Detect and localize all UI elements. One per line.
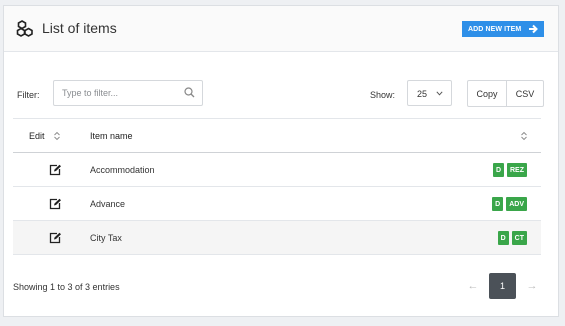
csv-button[interactable]: CSV xyxy=(507,80,544,107)
page-size-value: 25 xyxy=(417,89,428,99)
page-size-select[interactable]: 25 xyxy=(407,80,452,106)
edit-icon[interactable] xyxy=(49,164,62,176)
page-button-1[interactable]: 1 xyxy=(489,273,516,299)
export-buttons: Copy CSV xyxy=(467,80,544,107)
badge-group: D CT xyxy=(497,231,527,245)
column-header-item-name[interactable]: Item name xyxy=(90,118,541,153)
entries-info: Showing 1 to 3 of 3 entries xyxy=(13,282,120,292)
status-badge: REZ xyxy=(507,163,527,177)
table-row: Accommodation D REZ xyxy=(13,152,541,187)
badge-group: D ADV xyxy=(492,197,527,211)
table-toolbar: Filter: Show: 25 Copy CSV xyxy=(4,80,558,110)
status-badge: ADV xyxy=(506,197,527,211)
status-badge: CT xyxy=(511,231,527,245)
item-name-cell: City Tax D CT xyxy=(90,220,541,255)
badge-group: D REZ xyxy=(492,163,527,177)
status-badge: D xyxy=(492,197,504,211)
cubes-icon xyxy=(16,20,33,37)
page-title: List of items xyxy=(42,20,117,36)
sort-icon xyxy=(521,131,527,141)
sort-icon xyxy=(54,131,60,141)
column-header-item-name-label: Item name xyxy=(90,130,133,141)
item-name-cell: Advance D ADV xyxy=(90,186,541,221)
chevron-down-icon xyxy=(436,91,443,96)
edit-cell xyxy=(13,152,90,187)
card-header: List of items ADD NEW ITEM xyxy=(4,6,558,52)
filter-input[interactable] xyxy=(53,80,203,106)
arrow-right-icon xyxy=(529,24,538,34)
item-name: City Tax xyxy=(90,232,122,243)
table-row: Advance D ADV xyxy=(13,186,541,221)
filter-label: Filter: xyxy=(17,90,40,100)
column-header-edit-label: Edit xyxy=(29,130,45,141)
edit-cell xyxy=(13,220,90,255)
copy-button[interactable]: Copy xyxy=(467,80,507,107)
item-name: Accommodation xyxy=(90,164,155,175)
edit-icon[interactable] xyxy=(49,198,62,210)
search-icon xyxy=(184,87,195,98)
table-header-row: Edit Item name xyxy=(13,118,541,153)
show-label: Show: xyxy=(370,90,396,100)
edit-icon[interactable] xyxy=(49,232,62,244)
add-new-item-label: ADD NEW ITEM xyxy=(468,25,522,33)
item-name-cell: Accommodation D REZ xyxy=(90,152,541,187)
item-name: Advance xyxy=(90,198,126,209)
items-table: Edit Item name Accommodation D REZ Advan… xyxy=(13,118,541,255)
pagination: ← 1 → xyxy=(465,273,540,299)
edit-cell xyxy=(13,186,90,221)
table-row: City Tax D CT xyxy=(13,220,541,255)
column-header-edit[interactable]: Edit xyxy=(13,118,90,153)
next-page-button[interactable]: → xyxy=(524,280,540,292)
status-badge: D xyxy=(497,231,509,245)
prev-page-button[interactable]: ← xyxy=(465,280,481,292)
add-new-item-button[interactable]: ADD NEW ITEM xyxy=(462,21,544,37)
status-badge: D xyxy=(492,163,504,177)
